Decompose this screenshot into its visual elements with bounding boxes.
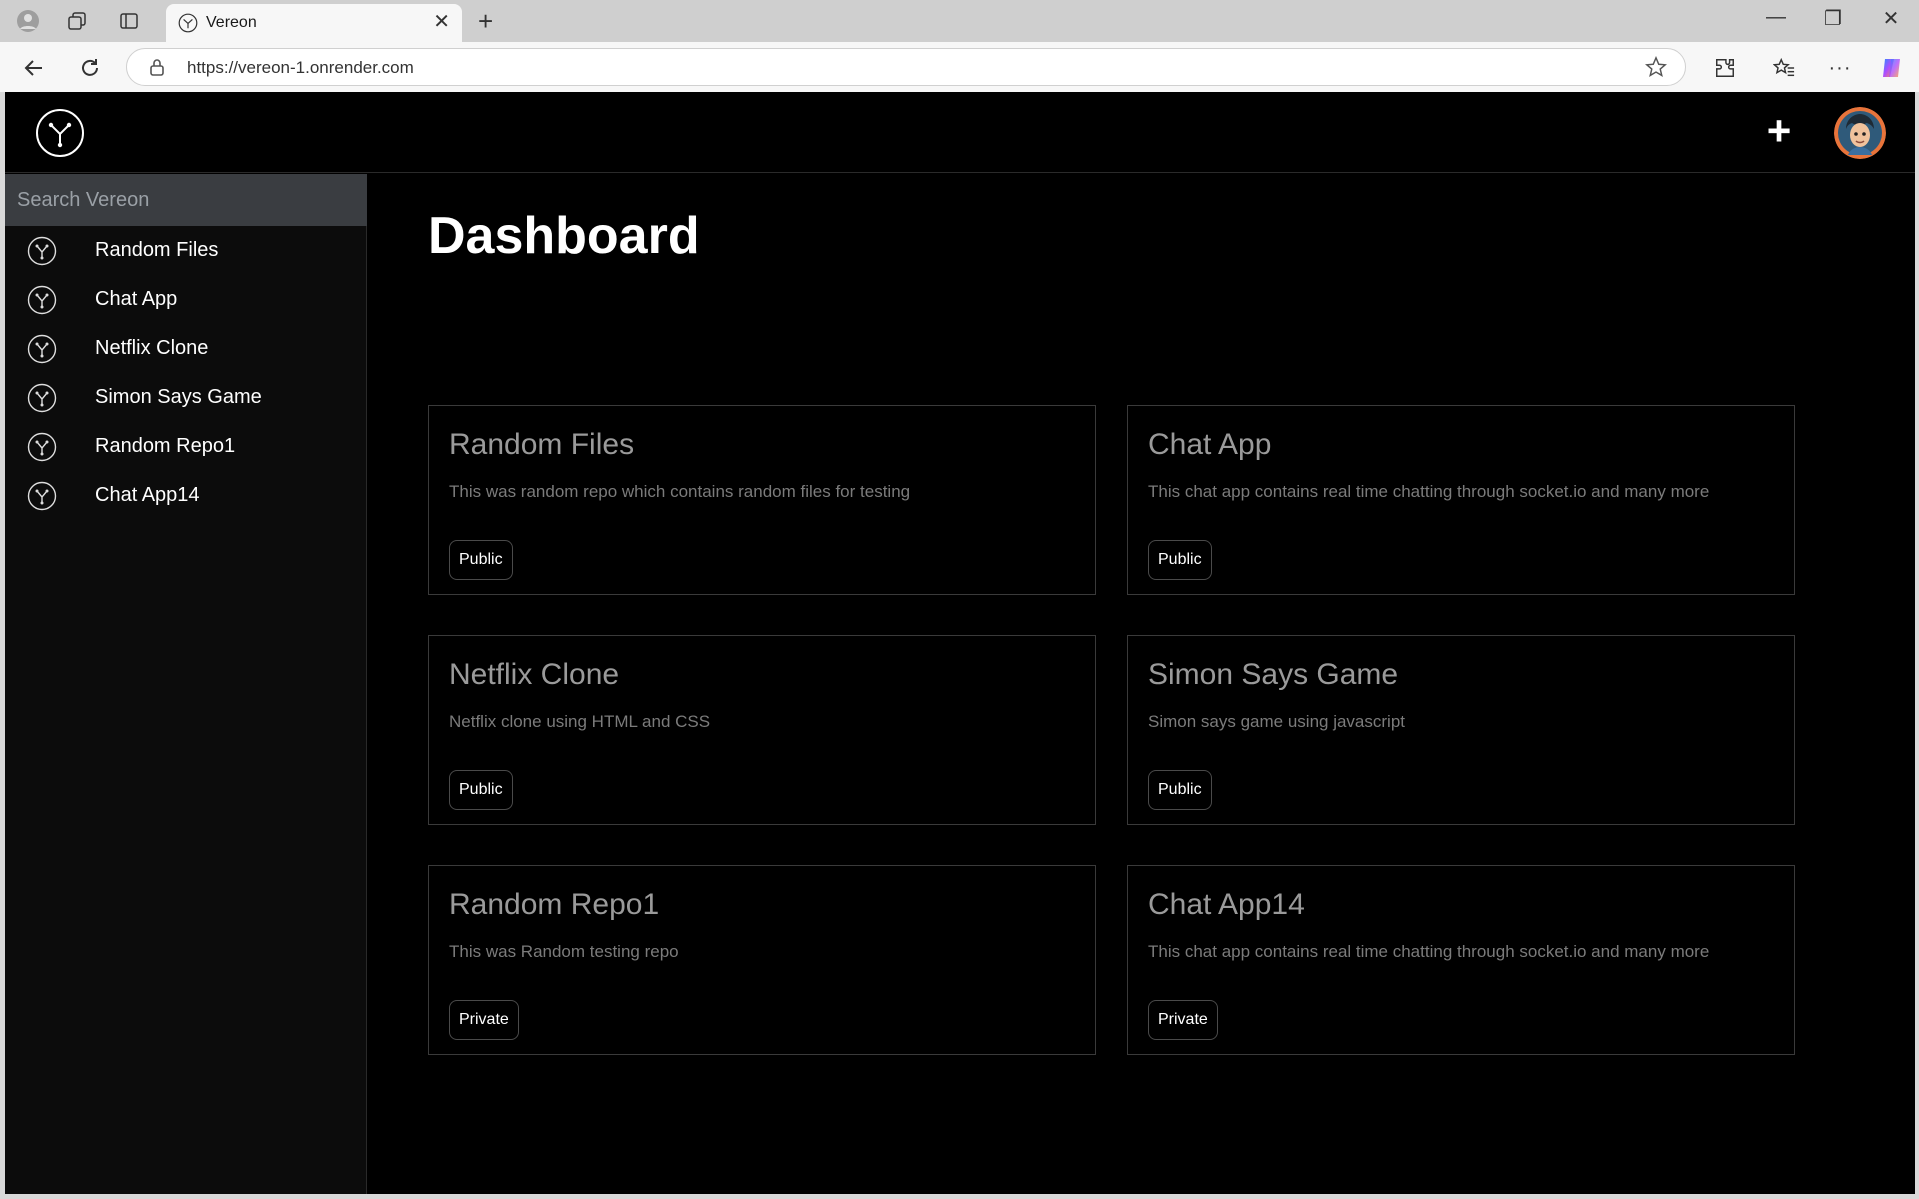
sidebar-item-label: Chat App: [95, 288, 178, 310]
sidebar-item-label: Simon Says Game: [95, 386, 262, 408]
sidebar-item-chat-app[interactable]: Chat App: [5, 275, 367, 323]
browser-toolbar: https://vereon-1.onrender.com ···: [0, 42, 1919, 92]
repo-card-description: This chat app contains real time chattin…: [1148, 482, 1710, 501]
profile-icon[interactable]: [15, 9, 41, 33]
search-input[interactable]: [5, 174, 367, 226]
back-icon[interactable]: [20, 54, 48, 82]
extensions-icon[interactable]: [1711, 54, 1739, 82]
visibility-badge[interactable]: Public: [1148, 770, 1212, 810]
app-header: +: [5, 92, 1915, 173]
refresh-icon[interactable]: [76, 54, 104, 82]
page-title: Dashboard: [428, 207, 700, 265]
sidebar: Random Files Chat App Netflix Clone Simo…: [5, 174, 367, 1194]
new-tab-button[interactable]: +: [478, 8, 493, 34]
address-bar[interactable]: https://vereon-1.onrender.com: [126, 48, 1686, 86]
visibility-badge[interactable]: Private: [449, 1000, 519, 1040]
lock-icon[interactable]: [149, 58, 165, 81]
sidebar-item-label: Random Repo1: [95, 435, 236, 457]
repo-card-description: This was random repo which contains rand…: [449, 482, 911, 501]
vereon-favicon-icon: [178, 13, 198, 38]
repo-card-description: This chat app contains real time chattin…: [1148, 942, 1710, 961]
repo-card-description: This was Random testing repo: [449, 942, 679, 961]
sidebar-item-simon-says-game[interactable]: Simon Says Game: [5, 373, 367, 421]
avatar[interactable]: [1834, 107, 1886, 159]
favorites-icon[interactable]: [1770, 54, 1798, 82]
copilot-icon[interactable]: [1878, 54, 1906, 82]
sidebar-item-random-repo1[interactable]: Random Repo1: [5, 422, 367, 470]
sidebar-item-label: Chat App14: [95, 484, 200, 506]
restore-icon[interactable]: ❐: [1810, 6, 1856, 31]
visibility-badge[interactable]: Public: [449, 770, 513, 810]
sidebar-item-chat-app14[interactable]: Chat App14: [5, 471, 367, 519]
visibility-badge[interactable]: Public: [449, 540, 513, 580]
vereon-logo-icon[interactable]: [35, 108, 85, 158]
sidebar-item-label: Random Files: [95, 239, 219, 261]
repo-card[interactable]: Chat App14 This chat app contains real t…: [1127, 865, 1795, 1055]
repo-card-title[interactable]: Chat App: [1148, 428, 1271, 462]
sidebar-item-random-files[interactable]: Random Files: [5, 226, 367, 274]
url-text: https://vereon-1.onrender.com: [187, 58, 414, 77]
minimize-icon[interactable]: —: [1753, 6, 1799, 29]
dashboard-main: Dashboard Random Files This was random r…: [368, 174, 1915, 1194]
repo-fork-icon: [27, 334, 57, 364]
repo-card-title[interactable]: Chat App14: [1148, 888, 1305, 922]
visibility-badge[interactable]: Public: [1148, 540, 1212, 580]
browser-tab-strip: Vereon ✕ + — ❐ ✕: [0, 0, 1919, 42]
repo-card[interactable]: Random Files This was random repo which …: [428, 405, 1096, 595]
repo-card[interactable]: Random Repo1 This was Random testing rep…: [428, 865, 1096, 1055]
more-options-icon[interactable]: ···: [1826, 54, 1854, 82]
repo-fork-icon: [27, 432, 57, 462]
repo-card-description: Netflix clone using HTML and CSS: [449, 712, 711, 731]
repo-card[interactable]: Simon Says Game Simon says game using ja…: [1127, 635, 1795, 825]
tab-title: Vereon: [206, 14, 257, 31]
repo-card-title[interactable]: Random Repo1: [449, 888, 659, 922]
repo-fork-icon: [27, 285, 57, 315]
workspaces-icon[interactable]: [64, 9, 90, 33]
create-repo-plus-icon[interactable]: +: [1757, 110, 1801, 154]
vertical-tabs-icon[interactable]: [116, 9, 142, 33]
close-tab-icon[interactable]: ✕: [433, 12, 450, 32]
sidebar-item-netflix-clone[interactable]: Netflix Clone: [5, 324, 367, 372]
visibility-badge[interactable]: Private: [1148, 1000, 1218, 1040]
repo-card-description: Simon says game using javascript: [1148, 712, 1406, 731]
repo-fork-icon: [27, 383, 57, 413]
repo-fork-icon: [27, 236, 57, 266]
repo-card-title[interactable]: Netflix Clone: [449, 658, 619, 692]
close-window-icon[interactable]: ✕: [1868, 6, 1914, 31]
favorite-star-icon[interactable]: [1645, 55, 1667, 83]
repo-fork-icon: [27, 481, 57, 511]
repo-card[interactable]: Chat App This chat app contains real tim…: [1127, 405, 1795, 595]
repo-card-title[interactable]: Simon Says Game: [1148, 658, 1398, 692]
repo-card[interactable]: Netflix Clone Netflix clone using HTML a…: [428, 635, 1096, 825]
repo-card-title[interactable]: Random Files: [449, 428, 634, 462]
sidebar-item-label: Netflix Clone: [95, 337, 209, 359]
browser-tab-active[interactable]: Vereon ✕: [166, 4, 462, 42]
app-root: + Random Files: [5, 92, 1915, 1194]
